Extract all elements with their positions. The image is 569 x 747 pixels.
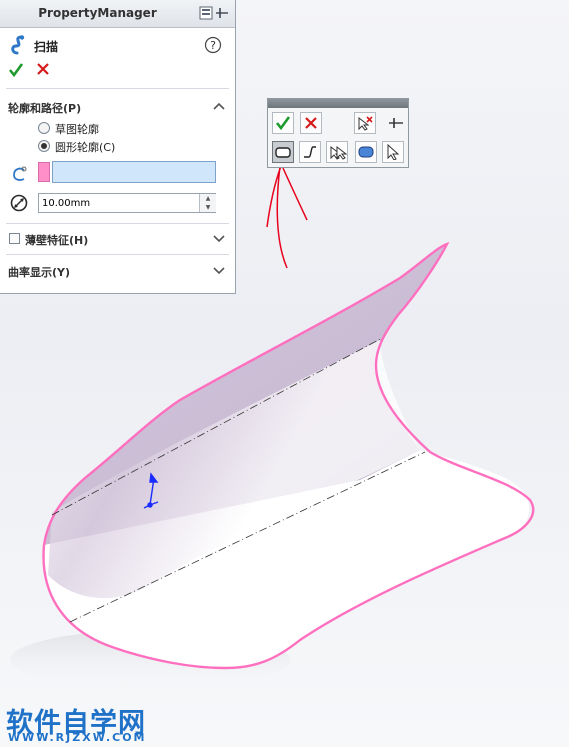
toolbar-cancel-button[interactable] [300, 112, 322, 134]
watermark-url: WWW.RJZXW.COM [8, 731, 147, 744]
toolbar-select-sketch-button[interactable] [299, 141, 321, 163]
group-title: 轮廓和路径(P) [8, 102, 82, 115]
toolbar-clear-selection-button[interactable] [354, 112, 376, 134]
property-manager: PropertyManager 扫描 ? 轮廓和路径(P) 草图轮廓 圆形轮廓(… [0, 0, 236, 294]
selection-toolbar [267, 98, 409, 168]
group-title: 薄壁特征(H) [25, 234, 89, 247]
toolbar-pin-icon[interactable] [388, 117, 404, 129]
toolbar-ok-button[interactable] [272, 112, 294, 134]
diameter-icon [10, 194, 28, 212]
group-thin-feature[interactable]: 薄壁特征(H) [8, 230, 227, 248]
x-icon [305, 117, 317, 129]
select-chain-icon [330, 145, 347, 160]
clear-selection-icon [358, 116, 373, 131]
path-selection-icon [13, 166, 27, 181]
radio-label: 草图轮廓 [55, 123, 99, 136]
radio-button[interactable] [38, 122, 50, 134]
selection-color-swatch [38, 162, 50, 182]
group-curvature-display[interactable]: 曲率显示(Y) [8, 262, 227, 280]
svg-text:?: ? [210, 39, 216, 52]
chevron-down-icon[interactable] [213, 265, 225, 275]
group-title: 曲率显示(Y) [8, 266, 71, 279]
cancel-x-icon[interactable] [36, 62, 50, 76]
feature-header: 扫描 ? [8, 34, 226, 56]
thin-feature-checkbox[interactable] [9, 233, 20, 244]
pointer-icon [387, 144, 400, 160]
feature-name: 扫描 [34, 40, 59, 54]
chevron-up-icon[interactable] [213, 101, 225, 111]
pm-titlebar: PropertyManager [0, 0, 235, 28]
group-profile-path[interactable]: 轮廓和路径(P) [8, 98, 227, 116]
chevron-down-icon[interactable] [213, 233, 225, 243]
ok-checkmark-icon[interactable] [8, 62, 24, 78]
divider [6, 88, 229, 89]
divider [6, 254, 229, 255]
diameter-spinner[interactable]: ▲ ▼ [199, 194, 216, 212]
toolbar-header[interactable] [268, 99, 408, 108]
checkmark-icon [275, 116, 291, 131]
radio-label: 圆形轮廓(C) [55, 141, 116, 154]
sketch-curve-icon [304, 146, 316, 158]
toolbar-select-face-button[interactable] [355, 141, 377, 163]
toolbar-select-other-button[interactable] [382, 141, 404, 163]
sweep-icon [11, 35, 25, 55]
spinner-down-icon[interactable]: ▼ [200, 203, 216, 212]
annotation-arrow [266, 165, 308, 269]
pin-icon[interactable] [199, 5, 229, 21]
face-icon [358, 146, 374, 158]
divider [6, 223, 229, 224]
toolbar-select-region-button[interactable] [272, 141, 294, 163]
pm-title: PropertyManager [38, 6, 157, 20]
help-icon[interactable]: ? [204, 36, 222, 54]
region-icon [275, 147, 291, 158]
path-selection-box[interactable] [52, 161, 216, 183]
spinner-up-icon[interactable]: ▲ [200, 194, 216, 203]
toolbar-select-chain-button[interactable] [326, 141, 348, 163]
diameter-input[interactable] [38, 193, 216, 213]
radio-button-selected[interactable] [38, 140, 50, 152]
